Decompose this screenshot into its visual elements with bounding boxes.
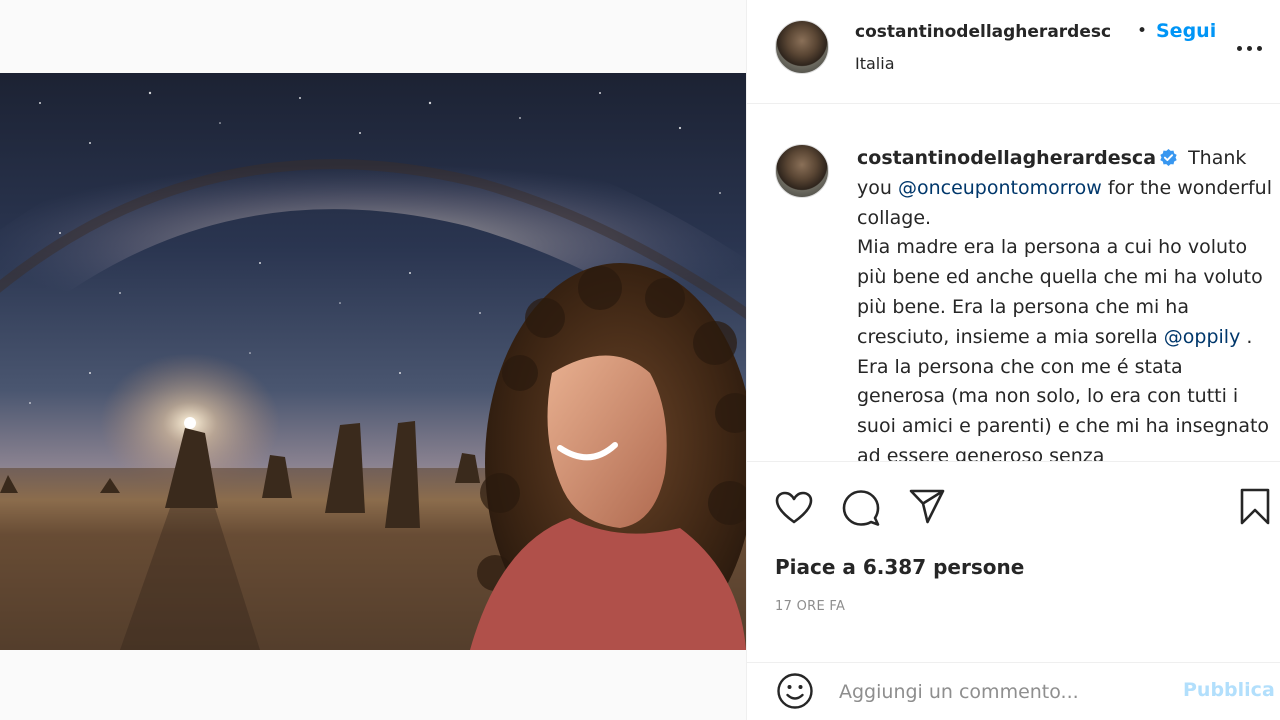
more-options-icon[interactable] bbox=[1237, 38, 1267, 58]
caption-avatar[interactable] bbox=[775, 144, 829, 198]
share-button[interactable] bbox=[907, 487, 947, 527]
caption-username[interactable]: costantinodellagherardesca bbox=[857, 147, 1156, 169]
post-location[interactable]: Italia bbox=[855, 54, 895, 73]
caption-text: costantinodellagherardesca Thank you @on… bbox=[857, 144, 1275, 461]
emoji-button[interactable] bbox=[775, 671, 815, 711]
publish-button[interactable]: Pubblica bbox=[1183, 679, 1275, 701]
caption-mention-1[interactable]: @onceupontomorrow bbox=[898, 177, 1102, 199]
likes-count[interactable]: Piace a 6.387 persone bbox=[775, 555, 1024, 579]
media-panel bbox=[0, 0, 746, 720]
post-image[interactable] bbox=[0, 73, 746, 650]
comment-bar: Pubblica bbox=[747, 662, 1280, 720]
verified-badge-icon bbox=[1160, 148, 1177, 167]
comment-icon bbox=[842, 490, 880, 526]
author-avatar[interactable] bbox=[775, 20, 829, 74]
comment-button[interactable] bbox=[841, 488, 881, 528]
heart-icon bbox=[775, 491, 813, 524]
post-sidebar: costantinodellagherardesc • Segui Italia… bbox=[746, 0, 1280, 720]
post-actions: Piace a 6.387 persone 17 ORE FA bbox=[747, 462, 1280, 662]
bookmark-icon bbox=[1240, 488, 1270, 525]
share-icon bbox=[909, 489, 945, 524]
like-button[interactable] bbox=[774, 488, 814, 528]
caption-mention-2[interactable]: @oppily bbox=[1164, 326, 1241, 348]
author-username[interactable]: costantinodellagherardesc bbox=[855, 22, 1111, 42]
post-timestamp[interactable]: 17 ORE FA bbox=[775, 599, 845, 614]
save-button[interactable] bbox=[1235, 487, 1275, 527]
follow-button[interactable]: Segui bbox=[1156, 20, 1216, 42]
emoji-icon bbox=[777, 673, 813, 709]
separator-dot: • bbox=[1137, 21, 1148, 41]
caption-area[interactable]: costantinodellagherardesca Thank you @on… bbox=[747, 104, 1280, 462]
post-image-artwork bbox=[0, 91, 746, 650]
comment-input[interactable] bbox=[839, 675, 1159, 709]
post-header: costantinodellagherardesc • Segui Italia bbox=[747, 0, 1280, 104]
